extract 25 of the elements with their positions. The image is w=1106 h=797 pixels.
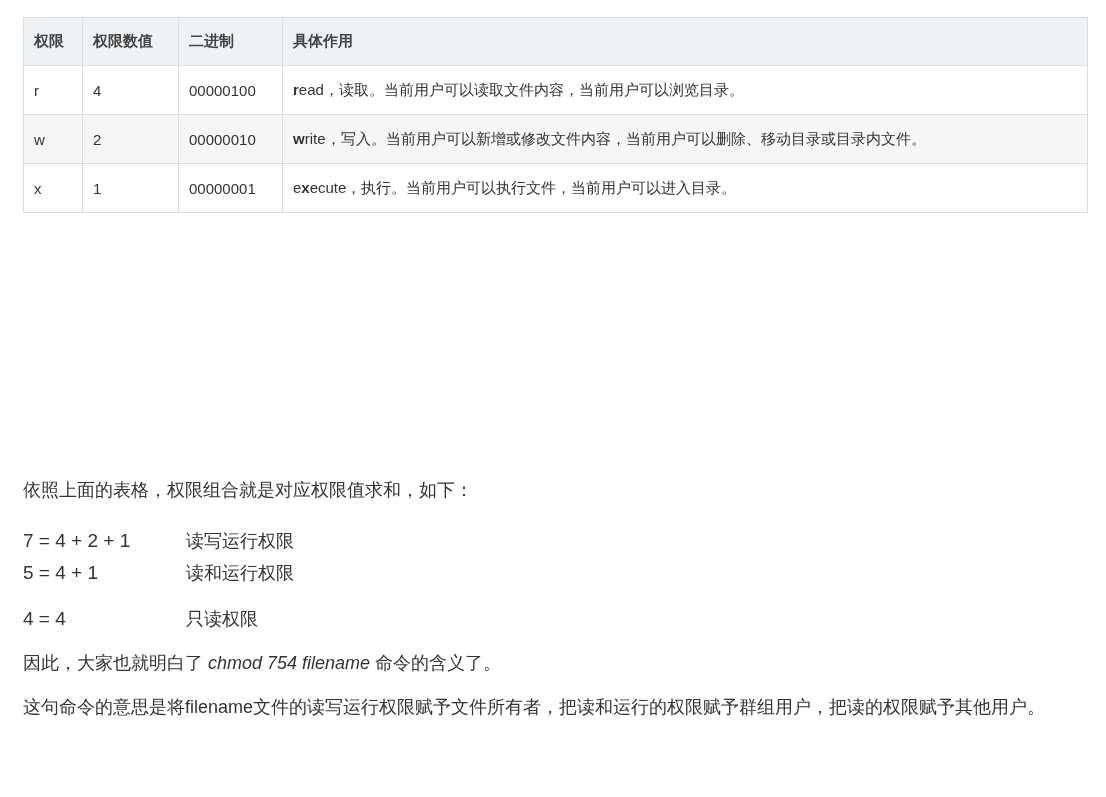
table-cell: 00000001	[178, 163, 283, 213]
table-cell: 1	[82, 163, 179, 213]
table-cell: 00000100	[178, 65, 283, 115]
table-cell: 2	[82, 114, 179, 164]
table-cell: execute，执行。当前用户可以执行文件，当前用户可以进入目录。	[282, 163, 1088, 213]
table-cell: x	[23, 163, 83, 213]
column-header: 权限数值	[82, 17, 179, 66]
column-header: 具体作用	[282, 17, 1088, 66]
formula-text: 5 = 4 + 1	[23, 560, 99, 585]
table-cell: r	[23, 65, 83, 115]
column-header: 二进制	[178, 17, 283, 66]
table-cell: read，读取。当前用户可以读取文件内容，当前用户可以浏览目录。	[282, 65, 1088, 115]
table-cell: w	[23, 114, 83, 164]
paragraph: 这句命令的意思是将filename文件的读写运行权限赋予文件所有者，把读和运行的权限赋予群组用户，把读的权限赋予其他用户。	[23, 695, 1047, 719]
paragraph: 依照上面的表格，权限组合就是对应权限值求和，如下：	[23, 479, 474, 502]
formula-text: 4 = 4	[23, 606, 67, 631]
formula-text: 7 = 4 + 2 + 1	[23, 528, 132, 553]
column-header: 权限	[23, 17, 83, 66]
paragraph: 因此，大家也就明白了 chmod 754 filename 命令的含义了。	[23, 651, 503, 675]
table-cell: 4	[82, 65, 179, 115]
formula-meaning: 读和运行权限	[186, 561, 294, 585]
table-cell: write，写入。当前用户可以新增或修改文件内容，当前用户可以删除、移动目录或目录内文件。	[282, 114, 1088, 164]
formula-meaning: 读写运行权限	[186, 529, 294, 553]
formula-meaning: 只读权限	[186, 607, 258, 631]
table-cell: 00000010	[178, 114, 283, 164]
